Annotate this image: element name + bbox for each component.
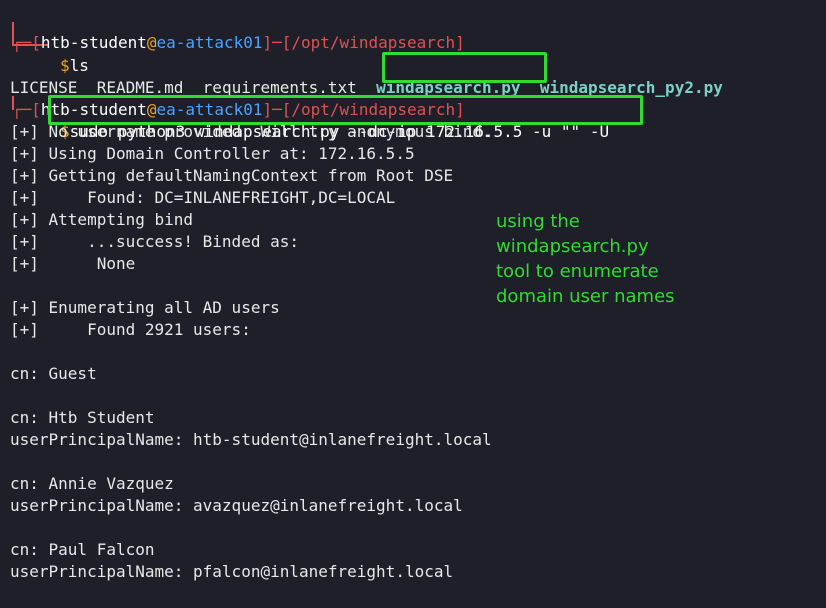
output-line: [+] Found: DC=INLANEFREIGHT,DC=LOCAL bbox=[10, 188, 396, 207]
output-line: [+] None bbox=[10, 254, 136, 273]
output-line: [+] Getting defaultNamingContext from Ro… bbox=[10, 166, 454, 185]
output-line: [+] ...success! Binded as: bbox=[10, 232, 299, 251]
prompt-host: ea-attack01 bbox=[156, 33, 263, 52]
command-line-1: $ls bbox=[60, 56, 89, 75]
output-line: [+] Using Domain Controller at: 172.16.5… bbox=[10, 144, 415, 163]
output-line: userPrincipalName: htb-student@inlanefre… bbox=[10, 430, 492, 449]
output-line: [+] Enumerating all AD users bbox=[10, 298, 280, 317]
output-line: cn: Htb Student bbox=[10, 408, 155, 427]
prompt-path: /opt/windapsearch bbox=[291, 33, 456, 52]
output-line: [+] Found 2921 users: bbox=[10, 320, 251, 339]
prompt-line-1: ┌─[htb-student@ea-attack01]─[/opt/windap… bbox=[12, 33, 465, 52]
output-line: userPrincipalName: avazquez@inlanefreigh… bbox=[10, 496, 463, 515]
output-line: cn: Guest bbox=[10, 364, 97, 383]
output-line: [+] Attempting bind bbox=[10, 210, 194, 229]
output-line: userPrincipalName: pfalcon@inlanefreight… bbox=[10, 562, 454, 581]
output-line: cn: Paul Falcon bbox=[10, 540, 155, 559]
ls-output: LICENSE README.md requirements.txt winda… bbox=[10, 55, 723, 97]
prompt-user: htb-student bbox=[40, 33, 147, 52]
annotation-text: using the windapsearch.py tool to enumer… bbox=[496, 211, 675, 307]
output-line: cn: Annie Vazquez bbox=[10, 474, 174, 493]
output-line: [+] No username provided. Will try anony… bbox=[10, 122, 492, 141]
